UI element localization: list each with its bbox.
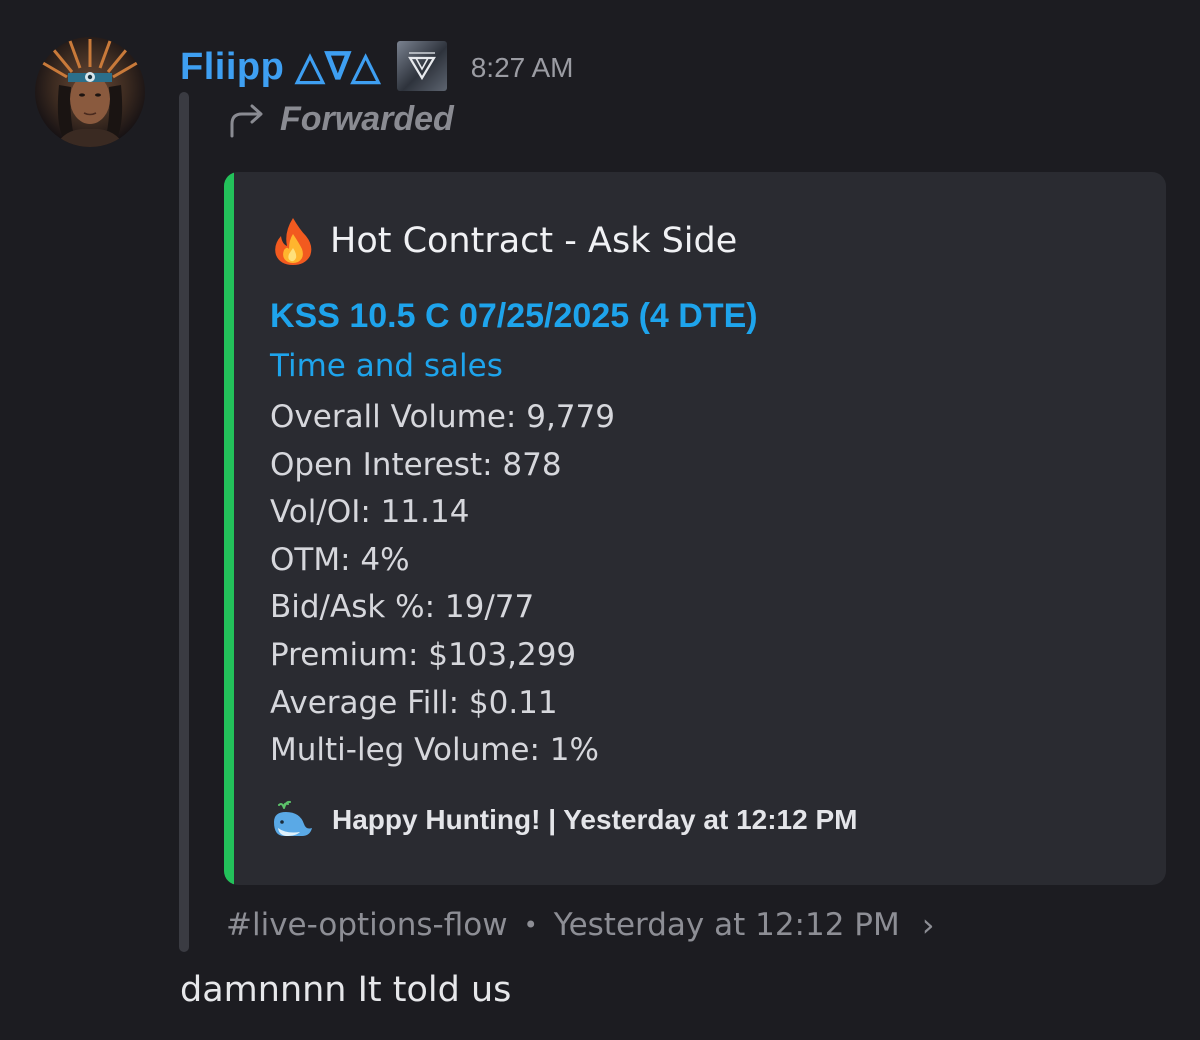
stat-average-fill: Average Fill: $0.11: [270, 684, 558, 721]
stat-multi-leg-volume: Multi-leg Volume: 1%: [270, 732, 599, 769]
stat-overall-volume: Overall Volume: 9,779: [270, 399, 615, 435]
forward-arrow-icon: [230, 104, 263, 137]
contract-stats-list: Overall Volume: 9,779 Open Interest: 878…: [270, 394, 615, 775]
message-text: damnnnn It told us: [180, 970, 512, 1010]
stat-premium: Premium: $103,299: [270, 636, 577, 673]
username[interactable]: Fliipp △∇△: [180, 44, 381, 89]
source-time: Yesterday at 12:12 PM: [553, 907, 900, 943]
forward-source[interactable]: #live-options-flow • Yesterday at 12:12 …: [226, 906, 935, 944]
message-timestamp[interactable]: 8:27 AM: [471, 52, 574, 84]
whale-icon: [274, 800, 312, 836]
embed-title: Hot Contract - Ask Side: [330, 221, 738, 261]
stat-otm: OTM: 4%: [270, 541, 410, 578]
stat-bid-ask: Bid/Ask %: 19/77: [270, 589, 535, 626]
embed-accent-bar: [224, 172, 234, 885]
user-avatar[interactable]: [35, 37, 145, 147]
stat-vol-oi: Vol/OI: 11.14: [270, 494, 470, 531]
embed-footer: Happy Hunting! | Yesterday at 12:12 PM: [270, 800, 857, 840]
forwarded-indicator: Forwarded: [228, 100, 454, 139]
forward-quote-bar: [179, 92, 189, 952]
chevron-right-icon[interactable]: ›: [922, 906, 935, 944]
chat-message: Fliipp △∇△ 8:27 AM Forwarded Hot Contrac…: [0, 0, 1200, 1040]
source-channel-link[interactable]: #live-options-flow: [226, 907, 508, 943]
contract-link[interactable]: KSS 10.5 C 07/25/2025 (4 DTE): [270, 297, 758, 336]
role-badge-icon[interactable]: [396, 41, 447, 91]
stat-open-interest: Open Interest: 878: [270, 446, 562, 483]
message-header: Fliipp △∇△ 8:27 AM: [180, 38, 573, 94]
forwarded-label: Forwarded: [280, 100, 454, 138]
embed-footer-text: Happy Hunting! | Yesterday at 12:12 PM: [332, 804, 858, 835]
embed-title-row: Hot Contract - Ask Side: [270, 216, 737, 266]
fire-icon: [275, 218, 312, 265]
embed-card: Hot Contract - Ask Side KSS 10.5 C 07/25…: [224, 172, 1166, 885]
time-and-sales-link[interactable]: Time and sales: [270, 348, 503, 384]
source-separator: •: [523, 911, 538, 939]
